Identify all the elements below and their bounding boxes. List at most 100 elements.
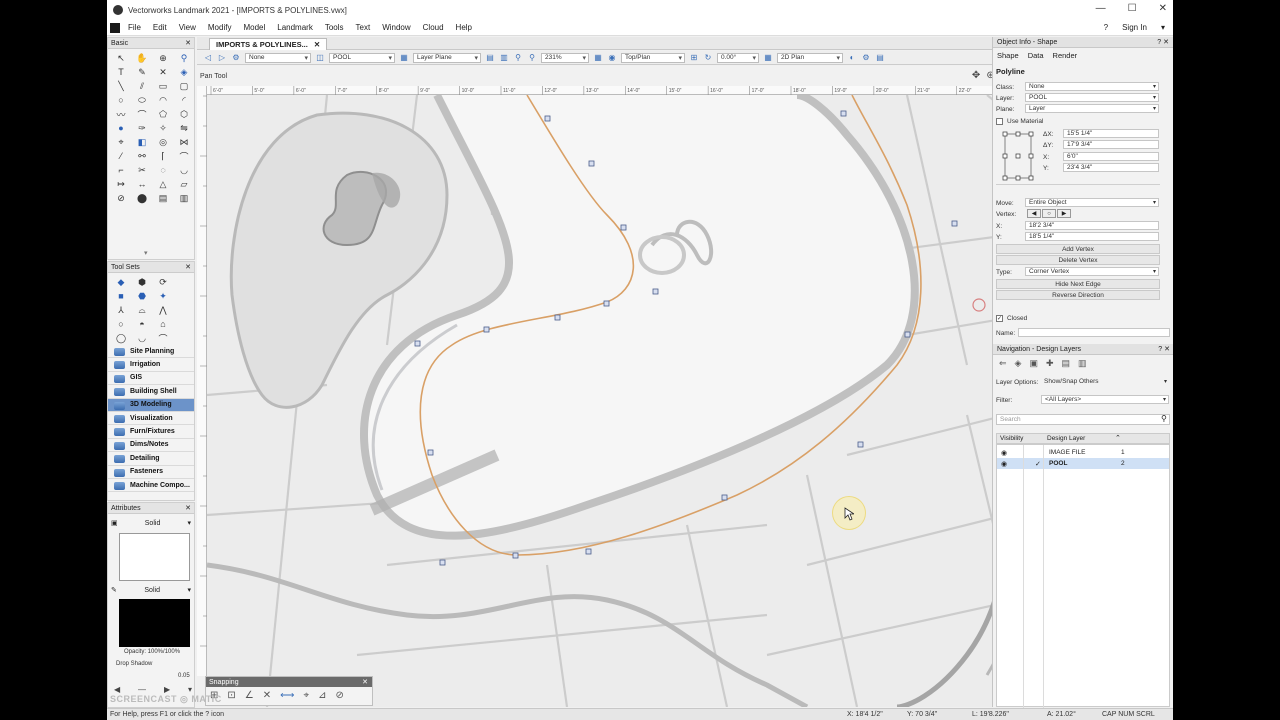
toolset-site-planning[interactable]: Site Planning [108,345,194,359]
dy-field[interactable]: 17'9 3/4" [1063,140,1159,149]
sweep-icon[interactable]: ⟳ [157,276,169,288]
class-icon[interactable]: ⚙ [231,53,241,63]
sphere-icon[interactable]: ○ [115,318,127,330]
layer-search-input[interactable]: Search [996,414,1170,425]
document-tab[interactable]: IMPORTS & POLYLINES... ✕ [209,38,328,50]
export-icon[interactable]: ▤ [875,53,885,63]
rotate-view-icon[interactable]: ✥ [972,70,980,85]
layer-icon[interactable]: ◫ [315,53,325,63]
reshape-tool-icon[interactable]: ⌖ [115,136,127,148]
more-icon[interactable]: ▾ [1161,23,1165,32]
hemisphere-icon[interactable]: ◓ [136,318,148,330]
cylinder-icon[interactable]: ◯ [115,332,127,344]
tab-render[interactable]: Render [1053,51,1078,60]
visibility-column[interactable]: Visibility [1000,435,1023,442]
snap-angle-icon[interactable]: ∠ [245,690,254,701]
menu-cloud[interactable]: Cloud [417,23,450,32]
menu-landmark[interactable]: Landmark [271,23,319,32]
vertex-x-field[interactable]: 18'2 3/4" [1025,221,1159,230]
grid-icon[interactable]: ▤ [485,53,495,63]
hide-next-edge-button[interactable]: Hide Next Edge [996,279,1160,289]
trim-tool-icon[interactable]: ✂ [136,164,148,176]
close-icon[interactable]: ✕ [362,678,368,686]
close-icon[interactable]: ✕ [185,504,191,512]
rounded-rect-tool-icon[interactable]: ▢ [178,80,190,92]
zoom-tool-icon[interactable]: ⚲ [178,52,190,64]
snap-point-icon[interactable]: ⌖ [303,690,309,701]
drop-shadow-label[interactable]: Drop Shadow [116,661,152,667]
delete-vertex-button[interactable]: Delete Vertex [996,255,1160,265]
drawing-content[interactable] [207,95,1086,707]
shape-preview-icon[interactable] [1001,130,1035,182]
menu-window[interactable]: Window [376,23,416,32]
chamfer-tool-icon[interactable]: ⌐ [115,164,127,176]
drawing-canvas[interactable] [207,95,1086,707]
toolset-visualization[interactable]: Visualization [108,412,194,426]
extrude-icon[interactable]: ⬢ [136,276,148,288]
design-layer-column[interactable]: Design Layer [1047,435,1085,442]
locus-tool-icon[interactable]: ✕ [157,66,169,78]
flyover-tool-icon[interactable]: ⊕ [157,52,169,64]
extend-tool-icon[interactable]: ◌ [157,164,169,176]
arc-tool-icon[interactable]: ◠ [157,94,169,106]
line-style-icon[interactable]: — [138,685,146,694]
zoom-icon[interactable]: ⚲ [513,53,523,63]
circle-tool-icon[interactable]: ○ [115,94,127,106]
back-icon[interactable]: ◁ [203,53,213,63]
render-mode-icon[interactable]: ▦ [763,53,773,63]
protractor-tool-icon[interactable]: ▥ [178,192,190,204]
help-close-icons[interactable]: ? ✕ [1157,38,1169,46]
deform-icon[interactable]: ⌓ [136,304,148,316]
rectangle-tool-icon[interactable]: ▭ [157,80,169,92]
y-field[interactable]: 23'4 3/4" [1063,163,1159,172]
sort-icon[interactable]: ⌃ [1115,434,1121,442]
toolset-machine-components[interactable]: Machine Compo... [108,479,194,493]
use-material-checkbox[interactable] [996,117,1003,125]
freehand-tool-icon[interactable]: 〰 [115,108,127,120]
text-tool-icon[interactable]: T [115,66,127,78]
flyover-icon[interactable]: ⊞ [689,53,699,63]
connect-tool-icon[interactable]: ⌈ [157,150,169,162]
polyline-tool-icon[interactable]: ⌒ [136,108,148,120]
split-tool-icon[interactable]: ⁄ [115,150,127,162]
toolset-fasteners[interactable]: Fasteners [108,466,194,479]
zoom-level-select[interactable]: 231% [541,52,589,63]
arrowheads-row[interactable]: ◀ — ▶ ▾ [114,685,192,694]
close-button[interactable]: ✕ [1159,3,1167,14]
callout-tool-icon[interactable]: ✎ [136,66,148,78]
lighting-icon[interactable]: ◐ [847,53,857,63]
rotation-select[interactable]: 0.00° [717,52,759,63]
nav-classes-icon[interactable]: ◈ [1015,358,1022,369]
render-icon[interactable]: ◉ [607,53,617,63]
path-tool-icon[interactable]: ↦ [115,178,127,190]
nav-back-icon[interactable]: ⇐ [999,358,1007,369]
closed-checkbox[interactable]: ✓ [996,314,1003,322]
toolset-gis[interactable]: GIS [108,372,194,386]
active-class-select[interactable]: None [245,52,311,63]
fill-style-row[interactable]: ▣ Solid ▾ [111,518,191,528]
line-weight-value[interactable]: 0.05 [178,673,190,679]
attribute-mapping-icon[interactable]: ✧ [157,122,169,134]
rotate-plan-icon[interactable]: ↻ [703,53,713,63]
view-cube-icon[interactable]: ▦ [593,53,603,63]
push-pull-icon[interactable]: ⅄ [115,304,127,316]
cube-icon[interactable]: ■ [115,290,127,302]
shell-icon[interactable]: ✦ [157,290,169,302]
regular-polygon-tool-icon[interactable]: ⬡ [178,108,190,120]
eyedropper-tool-icon[interactable]: ✑ [136,122,148,134]
menu-tools[interactable]: Tools [319,23,350,32]
clip-tool-icon[interactable]: ⚯ [136,150,148,162]
nav-sheets-icon[interactable]: ▤ [1062,358,1071,369]
class-select[interactable]: None [1025,82,1159,91]
plane-icon[interactable]: ▦ [399,53,409,63]
pen-swatch[interactable] [119,599,190,647]
offset-tool-icon[interactable]: ◎ [157,136,169,148]
toolset-building-shell[interactable]: Building Shell [108,385,194,399]
menu-file[interactable]: File [122,23,147,32]
palette-expand-icon[interactable]: ▾ [144,249,148,257]
oval-tool-icon[interactable]: ⬭ [136,94,148,106]
chevron-down-icon[interactable]: ▾ [188,685,192,694]
mirror-axis-icon[interactable]: ⋈ [178,136,190,148]
reverse-direction-button[interactable]: Reverse Direction [996,290,1160,300]
polygon-alt-tool-icon[interactable]: ▱ [178,178,190,190]
